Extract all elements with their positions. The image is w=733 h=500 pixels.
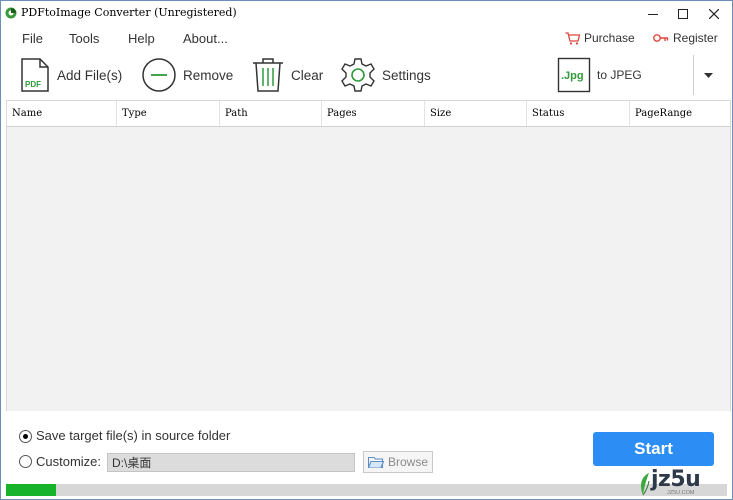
pdf-file-icon: PDF [21, 58, 49, 92]
watermark-logo: jz5u JZ5U.COM [637, 467, 701, 497]
start-button[interactable]: Start [593, 432, 714, 466]
folder-icon [368, 456, 384, 468]
register-label: Register [673, 31, 718, 45]
file-table[interactable]: Name Type Path Pages Size Status PageRan… [6, 100, 731, 412]
menu-help[interactable]: Help [128, 31, 155, 46]
watermark-subtext: JZ5U.COM [667, 490, 695, 496]
close-icon [709, 9, 719, 19]
menu-tools[interactable]: Tools [69, 31, 99, 46]
toolbar: PDF Add File(s) Remove Clear Settings .J… [1, 53, 732, 97]
chevron-down-icon [703, 72, 713, 78]
gear-icon [341, 58, 375, 92]
settings-label: Settings [382, 67, 431, 83]
pdf-icon-text: PDF [25, 80, 41, 89]
watermark-text: jz5u [651, 467, 701, 492]
settings-button[interactable]: Settings [340, 53, 431, 97]
remove-label: Remove [183, 67, 234, 83]
customize-label[interactable]: Customize: [36, 454, 101, 469]
register-link[interactable]: Register [653, 31, 718, 45]
maximize-button[interactable] [672, 5, 694, 23]
minimize-button[interactable] [642, 5, 664, 23]
format-dropdown-button[interactable] [700, 67, 716, 83]
column-header-name[interactable]: Name [7, 101, 117, 126]
save-source-label[interactable]: Save target file(s) in source folder [36, 428, 230, 443]
format-label: to JPEG [597, 68, 642, 82]
column-header-path[interactable]: Path [220, 101, 322, 126]
output-path-field[interactable]: D:\桌面 [107, 453, 355, 472]
watermark-leaf-icon [641, 472, 650, 495]
add-files-button[interactable]: PDF Add File(s) [19, 53, 122, 97]
window-title: PDFtoImage Converter (Unregistered) [21, 6, 237, 19]
minimize-icon [648, 14, 658, 15]
menu-file[interactable]: File [22, 31, 43, 46]
key-icon [653, 34, 669, 42]
jpg-format-icon: .Jpg [557, 57, 591, 93]
customize-radio[interactable] [19, 455, 32, 468]
column-header-pages[interactable]: Pages [322, 101, 425, 126]
jpg-icon-text: .Jpg [561, 70, 584, 82]
purchase-label: Purchase [584, 31, 635, 45]
browse-button[interactable]: Browse [363, 451, 433, 473]
remove-button[interactable]: Remove [141, 53, 233, 97]
remove-icon [142, 58, 176, 92]
progress-bar [6, 484, 727, 496]
clear-button[interactable]: Clear [251, 53, 323, 97]
cart-icon [565, 31, 580, 45]
format-divider [693, 55, 694, 95]
column-header-status[interactable]: Status [527, 101, 630, 126]
progress-bar-fill [6, 484, 57, 496]
save-source-radio[interactable] [19, 430, 32, 443]
add-files-label: Add File(s) [57, 67, 123, 83]
clear-label: Clear [291, 67, 324, 83]
trash-icon [253, 58, 283, 92]
app-logo-icon [5, 7, 17, 19]
column-header-pagerange[interactable]: PageRange [630, 101, 730, 126]
menu-bar: File Tools Help About... Purchase Regist… [1, 28, 732, 50]
column-header-type[interactable]: Type [117, 101, 220, 126]
close-button[interactable] [703, 5, 725, 23]
title-bar: PDFtoImage Converter (Unregistered) [1, 1, 732, 27]
browse-label: Browse [388, 455, 429, 469]
purchase-link[interactable]: Purchase [565, 31, 635, 45]
table-header: Name Type Path Pages Size Status PageRan… [7, 101, 730, 127]
app-window: PDFtoImage Converter (Unregistered) File… [0, 0, 733, 500]
output-panel: Save target file(s) in source folder Cus… [1, 411, 732, 499]
output-format-selector[interactable]: .Jpg to JPEG [557, 53, 642, 97]
menu-about[interactable]: About... [183, 31, 228, 46]
maximize-icon [678, 9, 688, 19]
column-header-size[interactable]: Size [425, 101, 527, 126]
